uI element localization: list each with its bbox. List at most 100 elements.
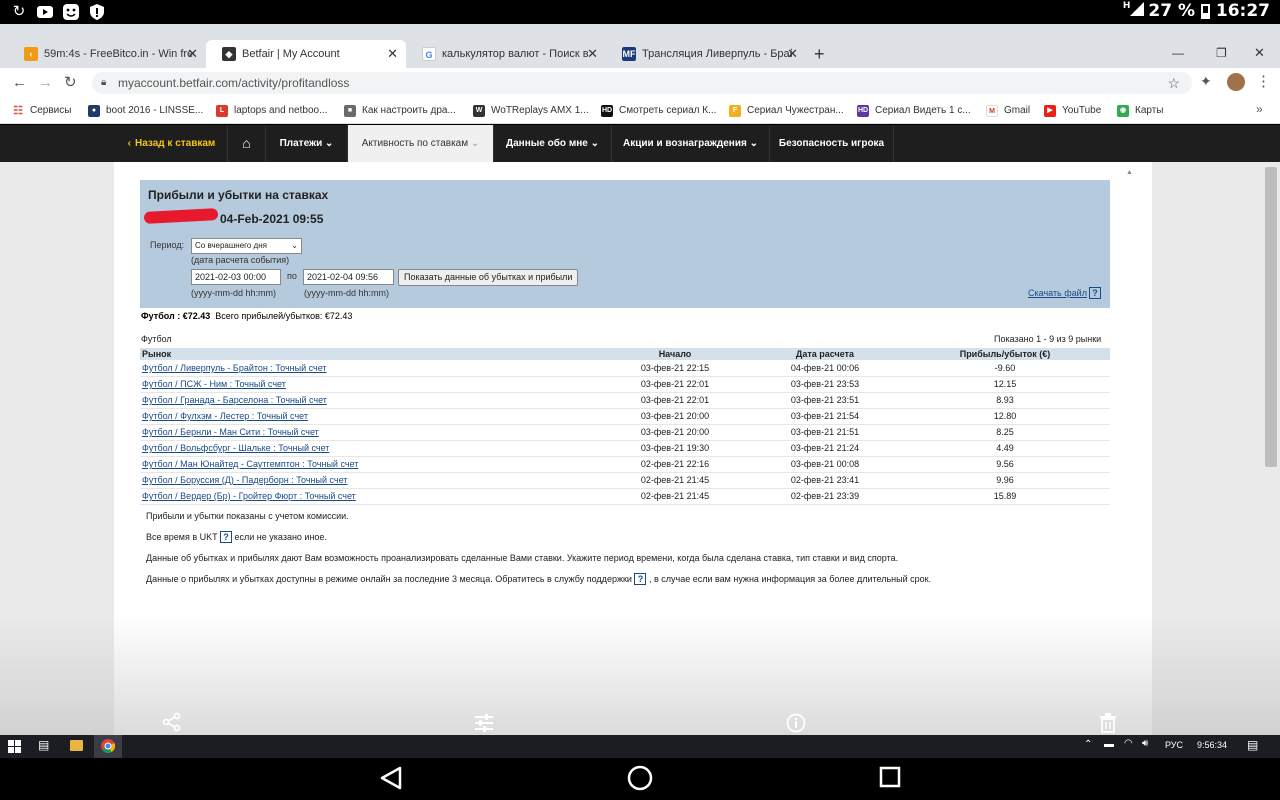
settled-cell: 03-фев-21 23:51 (750, 392, 900, 409)
nav-payments[interactable]: Платежи ⌄ (266, 125, 348, 162)
home-icon[interactable]: ⌂ (228, 125, 266, 162)
minimize-icon[interactable]: — (1172, 46, 1184, 60)
market-link[interactable]: Футбол / Бернли - Ман Сити : Точный счет (142, 427, 319, 437)
start-cell: 02-фев-21 21:45 (600, 472, 750, 489)
menu-dots-icon[interactable]: ⋮ (1256, 72, 1271, 90)
bookmark-serial-see[interactable]: HD Сериал Видеть 1 с... (857, 102, 971, 120)
back-to-bets-link[interactable]: ‹ Назад к ставкам (116, 125, 228, 162)
profile-avatar[interactable] (1227, 73, 1245, 91)
market-link[interactable]: Футбол / Ман Юнайтед - Саутгемптон : Точ… (142, 459, 358, 469)
info-icon[interactable] (786, 713, 806, 735)
bookmark-laptops[interactable]: Llaptops and netboo... (216, 102, 327, 120)
window-close-icon[interactable]: ✕ (1254, 45, 1265, 61)
taskbar-clock[interactable]: 9:56:34 (1197, 740, 1227, 750)
adjust-icon[interactable] (474, 714, 494, 735)
totals-line: Футбол : €72.43 Всего прибылей/убытков: … (141, 311, 352, 321)
nav-activity[interactable]: Активность по ставкам ⌄ (348, 125, 494, 162)
market-cell[interactable]: Футбол / Ман Юнайтед - Саутгемптон : Точ… (140, 456, 600, 473)
market-cell[interactable]: Футбол / Фулхэм - Лестер : Точный счет (140, 408, 600, 425)
battery-tray-icon[interactable]: ▬ (1104, 739, 1114, 750)
bookmark-boot[interactable]: ● boot 2016 - LINSSE... (88, 102, 203, 120)
star-icon[interactable]: ☆ (1167, 72, 1180, 94)
tab-close-icon[interactable]: ✕ (787, 40, 798, 68)
input-language[interactable]: РУС (1165, 740, 1183, 750)
market-link[interactable]: Футбол / Ливерпуль - Брайтон : Точный сч… (142, 363, 327, 373)
market-cell[interactable]: Футбол / Вердер (Бр) - Гройтер Фюрт : То… (140, 488, 600, 505)
android-status-bar: ↻ H 27 % 16:27 (0, 0, 1280, 24)
period-select[interactable]: Со вчерашнего дня ⌄ (191, 238, 302, 254)
tab-freebitco[interactable]: ‹ 59m:4s - FreeBitco.in - Win free bi ✕ (8, 40, 206, 68)
market-cell[interactable]: Футбол / ПСЖ - Ним : Точный счет (140, 376, 600, 393)
market-link[interactable]: Футбол / ПСЖ - Ним : Точный счет (142, 379, 286, 389)
file-explorer-icon[interactable] (70, 740, 83, 751)
nav-security[interactable]: Безопасность игрока (770, 125, 894, 162)
action-center-icon[interactable]: ▤ (1247, 738, 1258, 752)
tab-close-icon[interactable]: ✕ (587, 40, 598, 68)
bookmark-serial-k[interactable]: HD Смотреть сериал К... (601, 102, 716, 120)
bookmark-gmail[interactable]: M Gmail (986, 102, 1030, 120)
chevron-down-icon: ⌄ (325, 138, 334, 149)
market-cell[interactable]: Футбол / Боруссия (Д) - Падерборн : Точн… (140, 472, 600, 489)
from-date-input[interactable]: 2021-02-03 00:00 (191, 269, 281, 285)
help-icon[interactable]: ? (634, 573, 647, 585)
nav-promotions[interactable]: Акции и вознаграждения ⌄ (612, 125, 770, 162)
to-date-input[interactable]: 2021-02-04 09:56 (303, 269, 394, 285)
more-bookmarks-icon[interactable]: » (1256, 102, 1263, 116)
windows-start-icon[interactable] (8, 740, 21, 758)
restore-icon[interactable]: ❐ (1216, 46, 1227, 60)
tab-liverpool[interactable]: MF Трансляция Ливерпуль - Брайто ✕ (606, 40, 806, 68)
share-icon[interactable] (162, 712, 182, 735)
volume-icon[interactable]: 🔊︎ (1142, 738, 1148, 749)
shield-icon (88, 3, 106, 21)
market-link[interactable]: Футбол / Гранада - Барселона : Точный сч… (142, 395, 327, 405)
help-icon[interactable]: ? (220, 531, 232, 543)
task-view-icon[interactable]: ▤ (38, 738, 49, 752)
scroll-up-icon[interactable]: ▲ (1126, 169, 1133, 176)
page-title: Прибыли и убытки на ставках (148, 188, 329, 202)
chevron-down-icon: ⌄ (470, 138, 480, 149)
trash-icon[interactable] (1099, 713, 1117, 735)
market-link[interactable]: Футбол / Боруссия (Д) - Падерборн : Точн… (142, 475, 347, 485)
bookmark-wotreplays[interactable]: W WoTReplays AMX 1... (473, 102, 589, 120)
bookmark-maps[interactable]: ◉ Карты (1117, 102, 1164, 120)
pl-cell: 4.49 (900, 440, 1110, 457)
clock: 16:27 (1215, 1, 1270, 21)
nav-about-me[interactable]: Данные обо мне ⌄ (494, 125, 612, 162)
hd-icon: HD (857, 105, 869, 117)
url-field[interactable]: 🔒︎ myaccount.betfair.com/activity/profit… (92, 72, 1192, 94)
reload-icon[interactable]: ↻ (64, 73, 77, 91)
bookmark-outlander[interactable]: F Сериал Чужестран... (729, 102, 844, 120)
show-pl-button[interactable]: Показать данные об убытках и прибыли (398, 269, 579, 286)
market-cell[interactable]: Футбол / Ливерпуль - Брайтон : Точный сч… (140, 360, 600, 377)
tab-close-icon[interactable]: ✕ (387, 40, 398, 68)
tab-betfair[interactable]: ◆ Betfair | My Account ✕ (206, 40, 406, 68)
hd-icon: HD (601, 105, 613, 117)
page-scrollbar[interactable] (1265, 167, 1277, 467)
download-link[interactable]: Скачать файл (1028, 288, 1087, 298)
bookmark-drivers[interactable]: ■ Как настроить дра... (344, 102, 456, 120)
tab-google[interactable]: G калькулятор валют - Поиск в Go ✕ (406, 40, 606, 68)
face-icon (62, 3, 80, 21)
extensions-icon[interactable]: ✦ (1200, 73, 1212, 90)
status-right: H 27 % 16:27 (1123, 1, 1270, 21)
recents-square-icon[interactable] (879, 766, 901, 793)
tab-close-icon[interactable]: ✕ (187, 40, 198, 68)
bookmark-services[interactable]: ☷ Сервисы (12, 102, 71, 120)
back-triangle-icon[interactable] (380, 766, 402, 795)
market-link[interactable]: Футбол / Вердер (Бр) - Гройтер Фюрт : То… (142, 491, 356, 501)
new-tab-icon[interactable]: + (814, 44, 825, 65)
bookmark-youtube[interactable]: ▶ YouTube (1044, 102, 1101, 120)
wifi-icon[interactable]: ◠ (1124, 738, 1133, 749)
market-link[interactable]: Футбол / Вольфсбург - Шальке : Точный сч… (142, 443, 329, 453)
tray-chevron-up-icon[interactable]: ⌃ (1084, 739, 1092, 750)
forward-arrow-icon[interactable]: → (38, 74, 53, 91)
back-arrow-icon[interactable]: ← (12, 74, 27, 91)
chrome-taskbar-button[interactable] (94, 735, 122, 758)
market-cell[interactable]: Футбол / Вольфсбург - Шальке : Точный сч… (140, 440, 600, 457)
settled-cell: 03-фев-21 21:54 (750, 408, 900, 425)
help-icon[interactable]: ? (1089, 287, 1101, 299)
home-circle-icon[interactable] (627, 765, 653, 796)
market-cell[interactable]: Футбол / Бернли - Ман Сити : Точный счет (140, 424, 600, 441)
market-link[interactable]: Футбол / Фулхэм - Лестер : Точный счет (142, 411, 308, 421)
market-cell[interactable]: Футбол / Гранада - Барселона : Точный сч… (140, 392, 600, 409)
